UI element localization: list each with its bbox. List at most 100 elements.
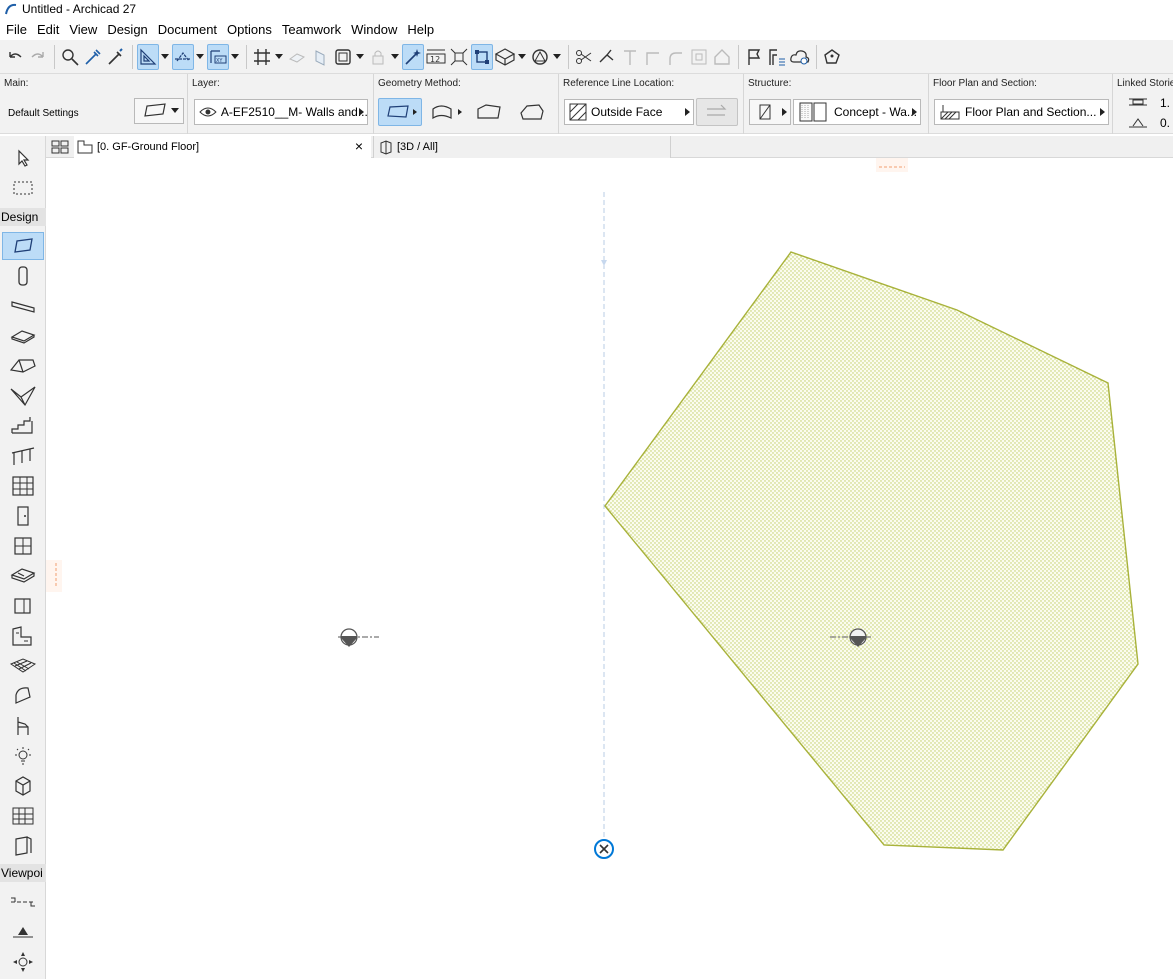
layer-dropdown[interactable]: A-EF2510__M- Walls and... (194, 99, 368, 125)
snap-guides-dropdown[interactable] (195, 53, 205, 60)
marquee-icon (13, 181, 33, 195)
tracker-dropdown[interactable] (230, 53, 240, 60)
menu-design[interactable]: Design (103, 22, 151, 37)
undo-button[interactable] (4, 44, 26, 70)
menu-edit[interactable]: Edit (33, 22, 63, 37)
menu-view[interactable]: View (65, 22, 101, 37)
renovation-filter-button[interactable] (529, 44, 551, 70)
find-select-button[interactable] (59, 44, 81, 70)
zone-tool-icon (15, 776, 31, 796)
collaborate-button[interactable] (821, 44, 843, 70)
tool-skylight[interactable] (2, 562, 44, 590)
tool-beam[interactable] (2, 292, 44, 320)
tool-corner-window[interactable] (2, 622, 44, 650)
toolbox-design-header[interactable]: Design (0, 208, 46, 226)
slab-polygon[interactable] (604, 251, 1139, 851)
design-options-button[interactable] (766, 44, 788, 70)
grid-snap-dropdown[interactable] (274, 53, 284, 60)
tab-overview-button[interactable] (46, 136, 74, 158)
tool-morph[interactable] (2, 682, 44, 710)
geometry-polygonal-button[interactable] (514, 98, 550, 126)
offset-button[interactable] (688, 44, 710, 70)
tool-wall[interactable] (2, 232, 44, 260)
menu-teamwork[interactable]: Teamwork (278, 22, 345, 37)
geometry-trapezoid-button[interactable] (472, 98, 506, 126)
grid-snap-button[interactable] (251, 44, 273, 70)
3d-view-dropdown[interactable] (517, 53, 527, 60)
tool-marquee[interactable] (2, 174, 44, 202)
tool-slab[interactable] (2, 322, 44, 350)
tool-door[interactable] (2, 502, 44, 530)
floor-plan-canvas[interactable] (46, 158, 1173, 979)
menu-document[interactable]: Document (154, 22, 221, 37)
pick-up-parameters-button[interactable] (82, 44, 104, 70)
toolbox-viewpoint-header[interactable]: Viewpoi (0, 864, 46, 882)
project-origin-icon[interactable] (594, 839, 614, 859)
roof-button[interactable] (711, 44, 733, 70)
renovation-icon (532, 48, 548, 65)
dimension-button[interactable]: 12 (425, 44, 447, 70)
extend-button[interactable] (619, 44, 641, 70)
reference-line-dropdown[interactable]: Outside Face (564, 99, 694, 125)
guide-lines-dropdown[interactable] (160, 53, 170, 60)
floor-plan-section-dropdown[interactable]: Floor Plan and Section... (934, 99, 1109, 125)
suspend-groups-button[interactable] (286, 44, 308, 70)
adjust-button[interactable] (448, 44, 470, 70)
tool-arrow[interactable] (2, 144, 44, 172)
tool-section[interactable] (2, 888, 44, 916)
tool-mesh[interactable] (2, 652, 44, 680)
tool-railing[interactable] (2, 442, 44, 470)
tool-elevation[interactable] (2, 918, 44, 946)
menu-file[interactable]: File (2, 22, 31, 37)
tool-interior-elevation[interactable] (2, 948, 44, 976)
menu-window[interactable]: Window (347, 22, 401, 37)
morph-tool-icon (15, 687, 31, 704)
magic-wand-button[interactable] (402, 43, 424, 70)
inject-parameters-button[interactable] (105, 44, 127, 70)
wall-settings-button[interactable] (134, 98, 184, 124)
issues-button[interactable] (743, 44, 765, 70)
tool-window[interactable] (2, 532, 44, 560)
split-button[interactable] (573, 44, 595, 70)
composite-dropdown[interactable]: Concept - Wa... (793, 99, 921, 125)
tool-opening[interactable] (2, 832, 44, 860)
tool-stair[interactable] (2, 412, 44, 440)
bimcloud-button[interactable] (789, 44, 811, 70)
trace-reference-button[interactable] (309, 44, 331, 70)
flip-reference-button[interactable] (696, 98, 738, 126)
tool-object[interactable] (2, 712, 44, 740)
intersect-button[interactable] (642, 44, 664, 70)
tab-floor-plan[interactable]: [0. GF-Ground Floor] × (74, 136, 371, 158)
fillet-button[interactable] (665, 44, 687, 70)
guide-lines-button[interactable] (137, 43, 159, 70)
layout-view-button[interactable] (332, 44, 354, 70)
menu-help[interactable]: Help (403, 22, 438, 37)
3d-view-button[interactable] (494, 44, 516, 70)
tool-zone[interactable] (2, 772, 44, 800)
structure-type-dropdown[interactable] (749, 99, 791, 125)
tracker-button[interactable]: XY (207, 43, 229, 70)
edit-selection-button[interactable] (471, 43, 493, 70)
menu-options[interactable]: Options (223, 22, 276, 37)
tool-beam-grid[interactable] (2, 802, 44, 830)
tool-column[interactable] (2, 262, 44, 290)
lock-dropdown[interactable] (390, 53, 400, 60)
layer-label: Layer: (192, 78, 220, 89)
tool-curtain-wall[interactable] (2, 472, 44, 500)
tab-3d[interactable]: [3D / All] (373, 136, 671, 158)
redo-button[interactable] (27, 44, 49, 70)
lock-button[interactable] (367, 44, 389, 70)
geometry-curved-button[interactable] (426, 98, 468, 126)
tool-roof[interactable] (2, 352, 44, 380)
trim-button[interactable] (596, 44, 618, 70)
layout-view-dropdown[interactable] (355, 53, 365, 60)
tool-shell[interactable] (2, 382, 44, 410)
tool-lamp[interactable] (2, 742, 44, 770)
polygonal-wall-icon (520, 104, 544, 120)
snap-guides-button[interactable] (172, 43, 194, 70)
tool-wall-end[interactable] (2, 592, 44, 620)
story-marker-left[interactable] (338, 628, 379, 647)
renovation-filter-dropdown[interactable] (552, 53, 562, 60)
close-tab-button[interactable]: × (355, 138, 363, 154)
geometry-straight-button[interactable] (378, 98, 422, 126)
